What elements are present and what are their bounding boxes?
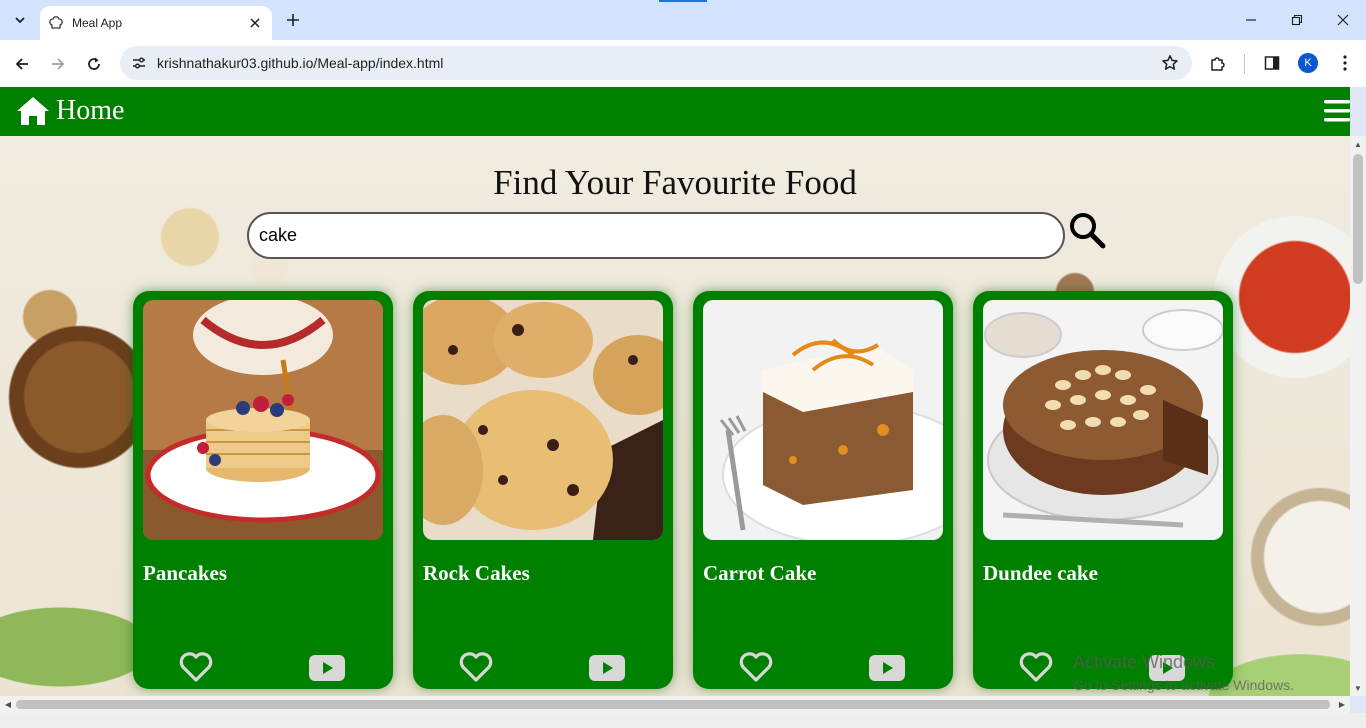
- forward-button[interactable]: [44, 50, 72, 78]
- heart-icon[interactable]: [179, 651, 213, 683]
- meal-card[interactable]: Rock Cakes: [413, 291, 673, 689]
- carrot-cake-image[interactable]: [703, 300, 943, 540]
- watermark-title: Activate Windows: [1073, 652, 1216, 672]
- back-button[interactable]: [8, 50, 36, 78]
- vertical-scroll-thumb[interactable]: [1353, 154, 1363, 284]
- close-window-button[interactable]: [1320, 0, 1366, 40]
- navbar: Home: [0, 87, 1350, 136]
- meal-card[interactable]: Pancakes: [133, 291, 393, 689]
- meal-title: Carrot Cake: [703, 561, 817, 585]
- meal-card[interactable]: Dundee cake: [973, 291, 1233, 689]
- tab-title: Meal App: [72, 16, 123, 30]
- search-icon[interactable]: [1068, 211, 1106, 249]
- home-link[interactable]: Home: [16, 95, 124, 127]
- side-panel-icon[interactable]: [1261, 52, 1283, 74]
- scroll-up-icon[interactable]: ▲: [1350, 136, 1366, 152]
- search-input[interactable]: [247, 212, 1065, 259]
- vertical-scrollbar[interactable]: ▲ ▼: [1350, 136, 1366, 696]
- rock-cakes-image[interactable]: [423, 300, 663, 540]
- horizontal-scroll-thumb[interactable]: [16, 700, 1330, 709]
- restore-icon: [1291, 14, 1303, 26]
- meal-title: Dundee cake: [983, 561, 1098, 585]
- home-label: Home: [56, 95, 125, 126]
- scroll-left-icon[interactable]: ◀: [0, 696, 16, 712]
- browser-tab[interactable]: Meal App: [40, 6, 272, 40]
- profile-avatar[interactable]: K: [1298, 53, 1318, 73]
- url-text: krishnathakur03.github.io/Meal-app/index…: [157, 55, 444, 71]
- heart-icon[interactable]: [459, 651, 493, 683]
- bottom-strip: [0, 713, 1366, 728]
- toolbar-divider: [1244, 54, 1245, 74]
- scroll-down-icon[interactable]: ▼: [1350, 680, 1366, 696]
- tab-search-button[interactable]: [8, 8, 32, 32]
- more-options-icon[interactable]: [1334, 52, 1356, 74]
- browser-toolbar: krishnathakur03.github.io/Meal-app/index…: [0, 40, 1366, 87]
- tab-indicator: [659, 0, 707, 2]
- pancakes-image[interactable]: [143, 300, 383, 540]
- activate-windows-watermark: Activate Windows Go to Settings to activ…: [1073, 652, 1294, 693]
- meal-title: Rock Cakes: [423, 561, 530, 585]
- reload-icon: [88, 57, 100, 70]
- site-settings-icon[interactable]: [130, 54, 148, 72]
- home-icon: [17, 97, 49, 125]
- page-heading: Find Your Favourite Food: [493, 163, 857, 202]
- minimize-icon: [1246, 19, 1256, 21]
- close-icon: [1337, 14, 1349, 26]
- arrow-left-icon: [15, 58, 28, 70]
- heart-icon[interactable]: [1019, 651, 1053, 683]
- new-tab-button[interactable]: [282, 9, 304, 31]
- youtube-icon[interactable]: [869, 655, 905, 681]
- plus-icon: [287, 14, 299, 26]
- arrow-right-icon: [52, 58, 65, 70]
- minimize-button[interactable]: [1228, 0, 1274, 40]
- address-bar[interactable]: krishnathakur03.github.io/Meal-app/index…: [120, 46, 1192, 80]
- reload-button[interactable]: [80, 50, 108, 78]
- close-tab-icon[interactable]: [246, 14, 264, 32]
- youtube-icon[interactable]: [589, 655, 625, 681]
- tab-strip: Meal App: [0, 0, 1366, 40]
- dundee-cake-image[interactable]: [983, 300, 1223, 540]
- chef-hat-icon: [48, 15, 64, 31]
- meal-title: Pancakes: [143, 561, 227, 585]
- scroll-right-icon[interactable]: ▶: [1334, 696, 1350, 712]
- chevron-down-icon: [15, 17, 25, 24]
- hamburger-menu-icon[interactable]: [1324, 99, 1350, 123]
- page-viewport: Home Find Your Favourite Food cake Panca…: [0, 87, 1350, 696]
- restore-button[interactable]: [1274, 0, 1320, 40]
- heart-icon[interactable]: [739, 651, 773, 683]
- youtube-icon[interactable]: [309, 655, 345, 681]
- watermark-subtitle: Go to Settings to activate Windows.: [1073, 677, 1294, 693]
- extensions-icon[interactable]: [1207, 52, 1229, 74]
- meal-card[interactable]: Carrot Cake: [693, 291, 953, 689]
- horizontal-scrollbar[interactable]: ◀ ▶: [0, 696, 1350, 713]
- bookmark-star-icon[interactable]: [1160, 53, 1180, 73]
